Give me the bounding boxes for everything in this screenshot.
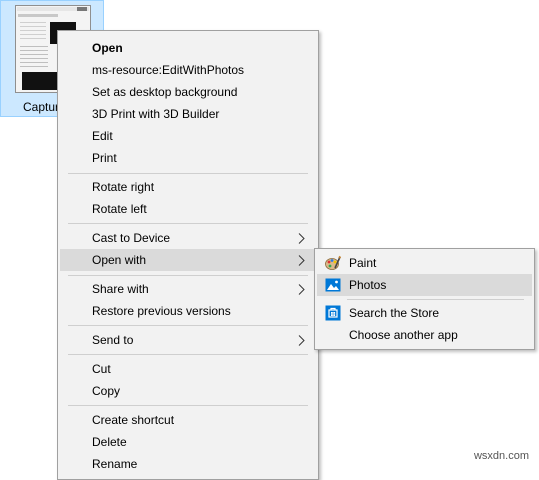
menu-item-restore-previous-versions[interactable]: Restore previous versions	[60, 300, 316, 322]
menu-separator	[68, 405, 308, 406]
menu-item-cut[interactable]: Cut	[60, 358, 316, 380]
photos-icon	[325, 277, 341, 293]
submenu-item-photos[interactable]: Photos	[317, 274, 532, 296]
submenu-item-paint[interactable]: Paint	[317, 252, 532, 274]
menu-separator	[68, 173, 308, 174]
menu-item-label: Send to	[92, 333, 134, 347]
submenu-item-choose-another-app[interactable]: Choose another app	[317, 324, 532, 346]
thumb-lines-top	[20, 22, 46, 42]
submenu-item-label: Search the Store	[349, 306, 440, 320]
chevron-right-icon	[298, 249, 306, 271]
submenu-item-search-store[interactable]: Search the Store	[317, 302, 532, 324]
menu-item-open-with[interactable]: Open with	[60, 249, 316, 271]
menu-item-copy[interactable]: Copy	[60, 380, 316, 402]
menu-item-rotate-right[interactable]: Rotate right	[60, 176, 316, 198]
menu-separator	[68, 223, 308, 224]
submenu-separator	[347, 299, 524, 300]
submenu-item-label: Paint	[349, 256, 377, 270]
menu-item-delete[interactable]: Delete	[60, 431, 316, 453]
menu-separator	[68, 354, 308, 355]
menu-item-create-shortcut[interactable]: Create shortcut	[60, 409, 316, 431]
menu-item-print[interactable]: Print	[60, 147, 316, 169]
menu-item-send-to[interactable]: Send to	[60, 329, 316, 351]
file-name-label: Captur	[23, 100, 60, 114]
menu-item-set-desktop-background[interactable]: Set as desktop background	[60, 81, 316, 103]
store-icon	[325, 305, 341, 321]
open-with-submenu: Paint Photos Search the Store Choose ano…	[314, 248, 535, 350]
chevron-right-icon	[298, 278, 306, 300]
menu-item-rename[interactable]: Rename	[60, 453, 316, 475]
menu-separator	[68, 275, 308, 276]
thumb-window-controls	[77, 7, 87, 11]
thumb-lines	[20, 46, 48, 68]
submenu-item-label: Photos	[349, 278, 387, 292]
chevron-right-icon	[298, 227, 306, 249]
menu-item-edit[interactable]: Edit	[60, 125, 316, 147]
menu-separator	[68, 325, 308, 326]
context-menu: Open ms-resource:EditWithPhotos Set as d…	[57, 30, 319, 480]
menu-item-cast-to-device[interactable]: Cast to Device	[60, 227, 316, 249]
menu-item-label: Cast to Device	[92, 231, 171, 245]
menu-item-edit-with-photos[interactable]: ms-resource:EditWithPhotos	[60, 59, 316, 81]
menu-item-share-with[interactable]: Share with	[60, 278, 316, 300]
chevron-right-icon	[298, 329, 306, 351]
menu-item-3d-print[interactable]: 3D Print with 3D Builder	[60, 103, 316, 125]
thumb-tabs	[18, 14, 58, 17]
paint-icon	[325, 255, 342, 271]
menu-item-rotate-left[interactable]: Rotate left	[60, 198, 316, 220]
menu-item-label: Share with	[92, 282, 149, 296]
menu-item-open[interactable]: Open	[60, 37, 316, 59]
menu-item-label: Open with	[92, 253, 147, 267]
watermark: wsxdn.com	[473, 450, 529, 462]
